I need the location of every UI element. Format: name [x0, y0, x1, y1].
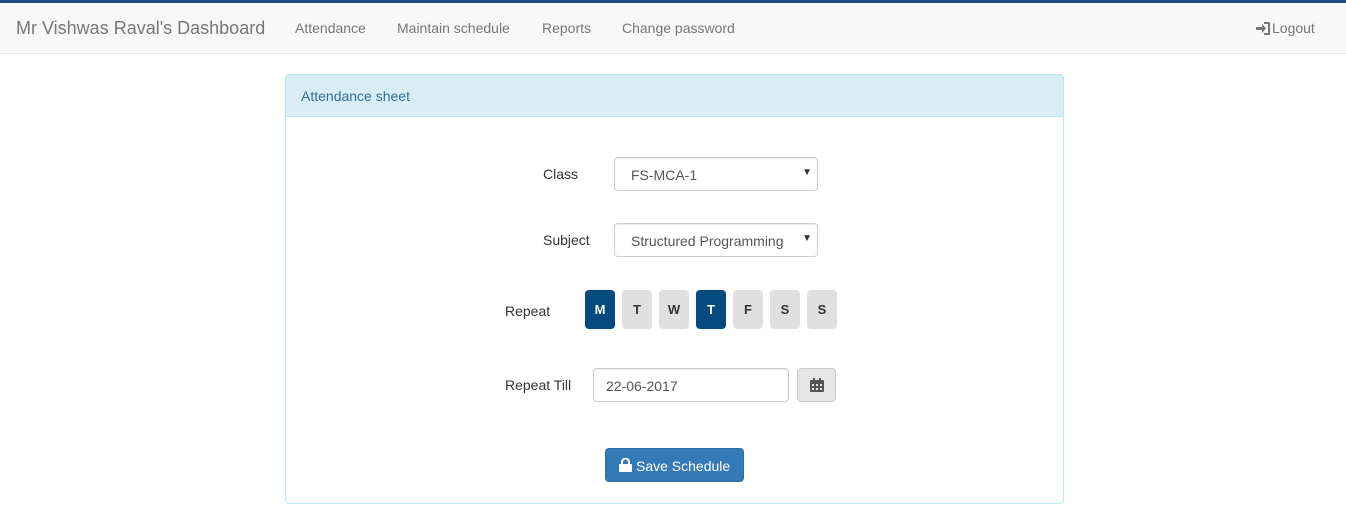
chevron-down-icon: ▼ — [802, 167, 812, 178]
logout-link[interactable]: Logout — [1256, 20, 1315, 36]
save-schedule-button[interactable]: Save Schedule — [605, 448, 744, 482]
logout-label: Logout — [1272, 20, 1315, 36]
day-toggle-monday[interactable]: M — [585, 290, 615, 329]
nav-item-change-password[interactable]: Change password — [622, 20, 735, 36]
repeat-till-value: 22-06-2017 — [606, 378, 678, 394]
class-select[interactable]: FS-MCA-1 ▼ — [614, 157, 818, 191]
subject-label: Subject — [543, 232, 590, 248]
calendar-button[interactable] — [797, 368, 836, 402]
subject-select-value: Structured Programming — [631, 233, 784, 249]
day-toggle-sunday[interactable]: S — [807, 290, 837, 329]
nav-item-maintain-schedule[interactable]: Maintain schedule — [397, 20, 510, 36]
day-toggle-saturday[interactable]: S — [770, 290, 800, 329]
class-select-value: FS-MCA-1 — [631, 167, 698, 183]
panel-heading: Attendance sheet — [286, 75, 1063, 117]
day-toggle-thursday[interactable]: T — [696, 290, 726, 329]
day-toggle-friday[interactable]: F — [733, 290, 763, 329]
nav-item-reports[interactable]: Reports — [542, 20, 591, 36]
subject-select[interactable]: Structured Programming ▼ — [614, 223, 818, 257]
chevron-down-icon: ▼ — [802, 233, 812, 244]
log-in-icon — [1256, 20, 1272, 36]
nav-item-attendance[interactable]: Attendance — [295, 20, 366, 36]
day-toggle-tuesday[interactable]: T — [622, 290, 652, 329]
save-schedule-label: Save Schedule — [636, 458, 731, 474]
repeat-label: Repeat — [505, 303, 551, 319]
day-toggle-wednesday[interactable]: W — [659, 290, 689, 329]
attendance-panel: Attendance sheet — [285, 74, 1064, 504]
brand-title[interactable]: Mr Vishwas Raval's Dashboard — [16, 18, 265, 39]
panel-title: Attendance sheet — [301, 88, 410, 104]
top-navbar: Mr Vishwas Raval's Dashboard Attendance … — [0, 0, 1346, 54]
repeat-till-date-input[interactable]: 22-06-2017 — [593, 368, 789, 402]
repeat-till-label: Repeat Till — [505, 377, 572, 393]
class-label: Class — [543, 166, 579, 182]
